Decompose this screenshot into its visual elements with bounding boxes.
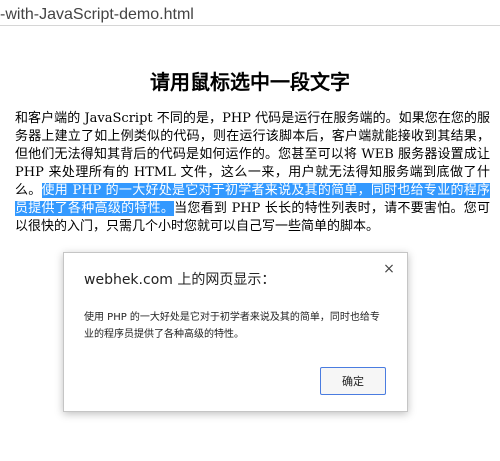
dialog-title: webhek.com 上的网页显示： (84, 272, 276, 288)
alert-dialog: webhek.com 上的网页显示： × 使用 PHP 的一大好处是它对于初学者… (63, 252, 408, 412)
dialog-message: 使用 PHP 的一大好处是它对于初学者来说及其的简单，同时也给专业的程序员提供了… (84, 312, 380, 340)
close-icon[interactable]: × (381, 261, 397, 277)
page-title: 请用鼠标选中一段文字 (150, 70, 350, 94)
address-bar[interactable]: -with-JavaScript-demo.html (0, 0, 500, 26)
url-text[interactable]: -with-JavaScript-demo.html (0, 6, 194, 24)
content-paragraph: 和客户端的 JavaScript 不同的是，PHP 代码是运行在服务端的。如果您… (15, 110, 490, 236)
ok-button[interactable]: 确定 (320, 367, 386, 395)
